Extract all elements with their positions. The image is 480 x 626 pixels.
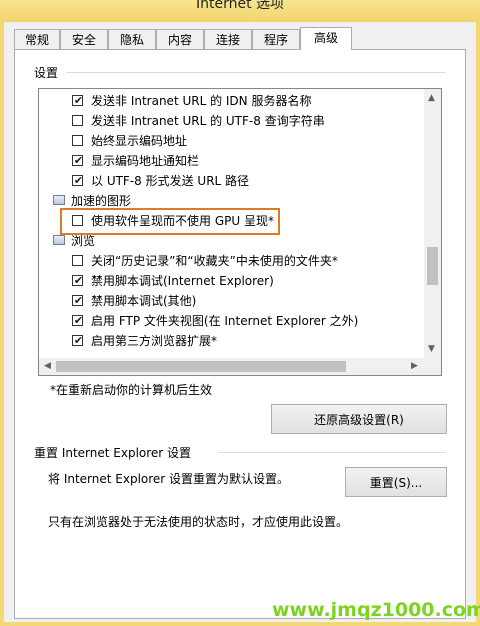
horizontal-scroll-thumb[interactable] bbox=[56, 361, 346, 372]
option-checkbox[interactable]: ✔ bbox=[72, 294, 83, 307]
watermark-url: www.jmqz1000.com bbox=[272, 599, 480, 621]
option-checkbox[interactable] bbox=[72, 215, 83, 226]
window-title: Internet 选项 bbox=[195, 0, 285, 12]
option-label: 使用软件呈现而不使用 GPU 呈现* bbox=[91, 214, 274, 228]
option-label: 发送非 Intranet URL 的 UTF-8 查询字符串 bbox=[91, 114, 325, 128]
option-checkbox[interactable] bbox=[72, 115, 83, 126]
scrollbar-corner bbox=[424, 358, 441, 375]
restart-note: *在重新启动你的计算机后生效 bbox=[50, 383, 213, 397]
restore-advanced-settings-button[interactable]: 还原高级设置(R) bbox=[271, 404, 447, 434]
option-checkbox[interactable] bbox=[72, 135, 83, 146]
checkmark-icon: ✔ bbox=[73, 274, 84, 287]
option-label: 发送非 Intranet URL 的 IDN 服务器名称 bbox=[91, 94, 312, 108]
title-bar[interactable]: Internet 选项 bbox=[0, 0, 480, 22]
category-label: 加速的图形 bbox=[71, 194, 132, 208]
reset-button[interactable]: 重置(S)... bbox=[345, 467, 447, 497]
option-checkbox[interactable]: ✔ bbox=[72, 274, 83, 287]
option-checkbox[interactable]: ✔ bbox=[72, 314, 83, 327]
settings-listbox[interactable]: ✔ 发送非 Intranet URL 的 IDN 服务器名称 发送非 Intrane… bbox=[38, 88, 442, 376]
reset-section-divider bbox=[218, 452, 446, 453]
option-label: 显示编码地址通知栏 bbox=[91, 154, 200, 168]
window-border-right bbox=[476, 0, 480, 626]
option-label: 启用 FTP 文件夹视图(在 Internet Explorer 之外) bbox=[91, 314, 359, 328]
vertical-scroll-thumb[interactable] bbox=[427, 247, 438, 285]
scroll-left-arrow-icon[interactable]: ◀ bbox=[44, 361, 51, 371]
tab-programs[interactable]: 程序 bbox=[252, 29, 300, 49]
watermark-brand: 学知网 bbox=[297, 552, 424, 600]
option-checkbox[interactable]: ✔ bbox=[72, 174, 83, 187]
option-checkbox[interactable] bbox=[72, 255, 83, 266]
option-checkbox[interactable]: ✔ bbox=[72, 334, 83, 347]
option-label: 关闭“历史记录”和“收藏夹”中未使用的文件夹* bbox=[91, 254, 338, 268]
option-checkbox[interactable]: ✔ bbox=[72, 154, 83, 167]
category-label: 浏览 bbox=[71, 234, 96, 248]
option-label: 始终显示编码地址 bbox=[91, 134, 188, 148]
option-checkbox[interactable]: ✔ bbox=[72, 94, 83, 107]
category-folder-icon bbox=[53, 195, 65, 205]
tab-security[interactable]: 安全 bbox=[60, 29, 108, 49]
horizontal-scrollbar[interactable]: ◀ ▶ bbox=[39, 358, 441, 375]
reset-description: 将 Internet Explorer 设置重置为默认设置。 bbox=[48, 472, 290, 486]
settings-group-divider bbox=[66, 72, 446, 73]
scroll-up-arrow-icon[interactable]: ▲ bbox=[428, 93, 435, 103]
checkmark-icon: ✔ bbox=[73, 94, 84, 107]
category-folder-icon bbox=[53, 235, 65, 245]
scroll-down-arrow-icon[interactable]: ▼ bbox=[428, 344, 435, 354]
tab-content[interactable]: 内容 bbox=[156, 29, 204, 49]
option-label: 以 UTF-8 形式发送 URL 路径 bbox=[91, 174, 250, 188]
reset-note: 只有在浏览器处于无法使用的状态时，才应使用此设置。 bbox=[48, 515, 349, 529]
scroll-right-arrow-icon[interactable]: ▶ bbox=[411, 361, 418, 371]
tab-general[interactable]: 常规 bbox=[14, 29, 60, 49]
window-border-left bbox=[0, 0, 4, 626]
settings-group-label: 设置 bbox=[34, 66, 59, 80]
vertical-scrollbar[interactable]: ▲ ▼ bbox=[424, 89, 441, 359]
checkmark-icon: ✔ bbox=[73, 314, 84, 327]
reset-section-title: 重置 Internet Explorer 设置 bbox=[34, 446, 192, 460]
tab-connections[interactable]: 连接 bbox=[204, 29, 252, 49]
tab-privacy[interactable]: 隐私 bbox=[108, 29, 156, 49]
option-label: 禁用脚本调试(其他) bbox=[91, 294, 197, 308]
watermark: 学知网 www.jmqz1000.com bbox=[272, 545, 480, 623]
option-label: 禁用脚本调试(Internet Explorer) bbox=[91, 274, 274, 288]
option-label: 启用第三方浏览器扩展* bbox=[91, 334, 218, 348]
checkmark-icon: ✔ bbox=[73, 154, 84, 167]
tab-advanced[interactable]: 高级 bbox=[300, 27, 352, 50]
checkmark-icon: ✔ bbox=[73, 174, 84, 187]
checkmark-icon: ✔ bbox=[73, 334, 84, 347]
checkmark-icon: ✔ bbox=[73, 294, 84, 307]
